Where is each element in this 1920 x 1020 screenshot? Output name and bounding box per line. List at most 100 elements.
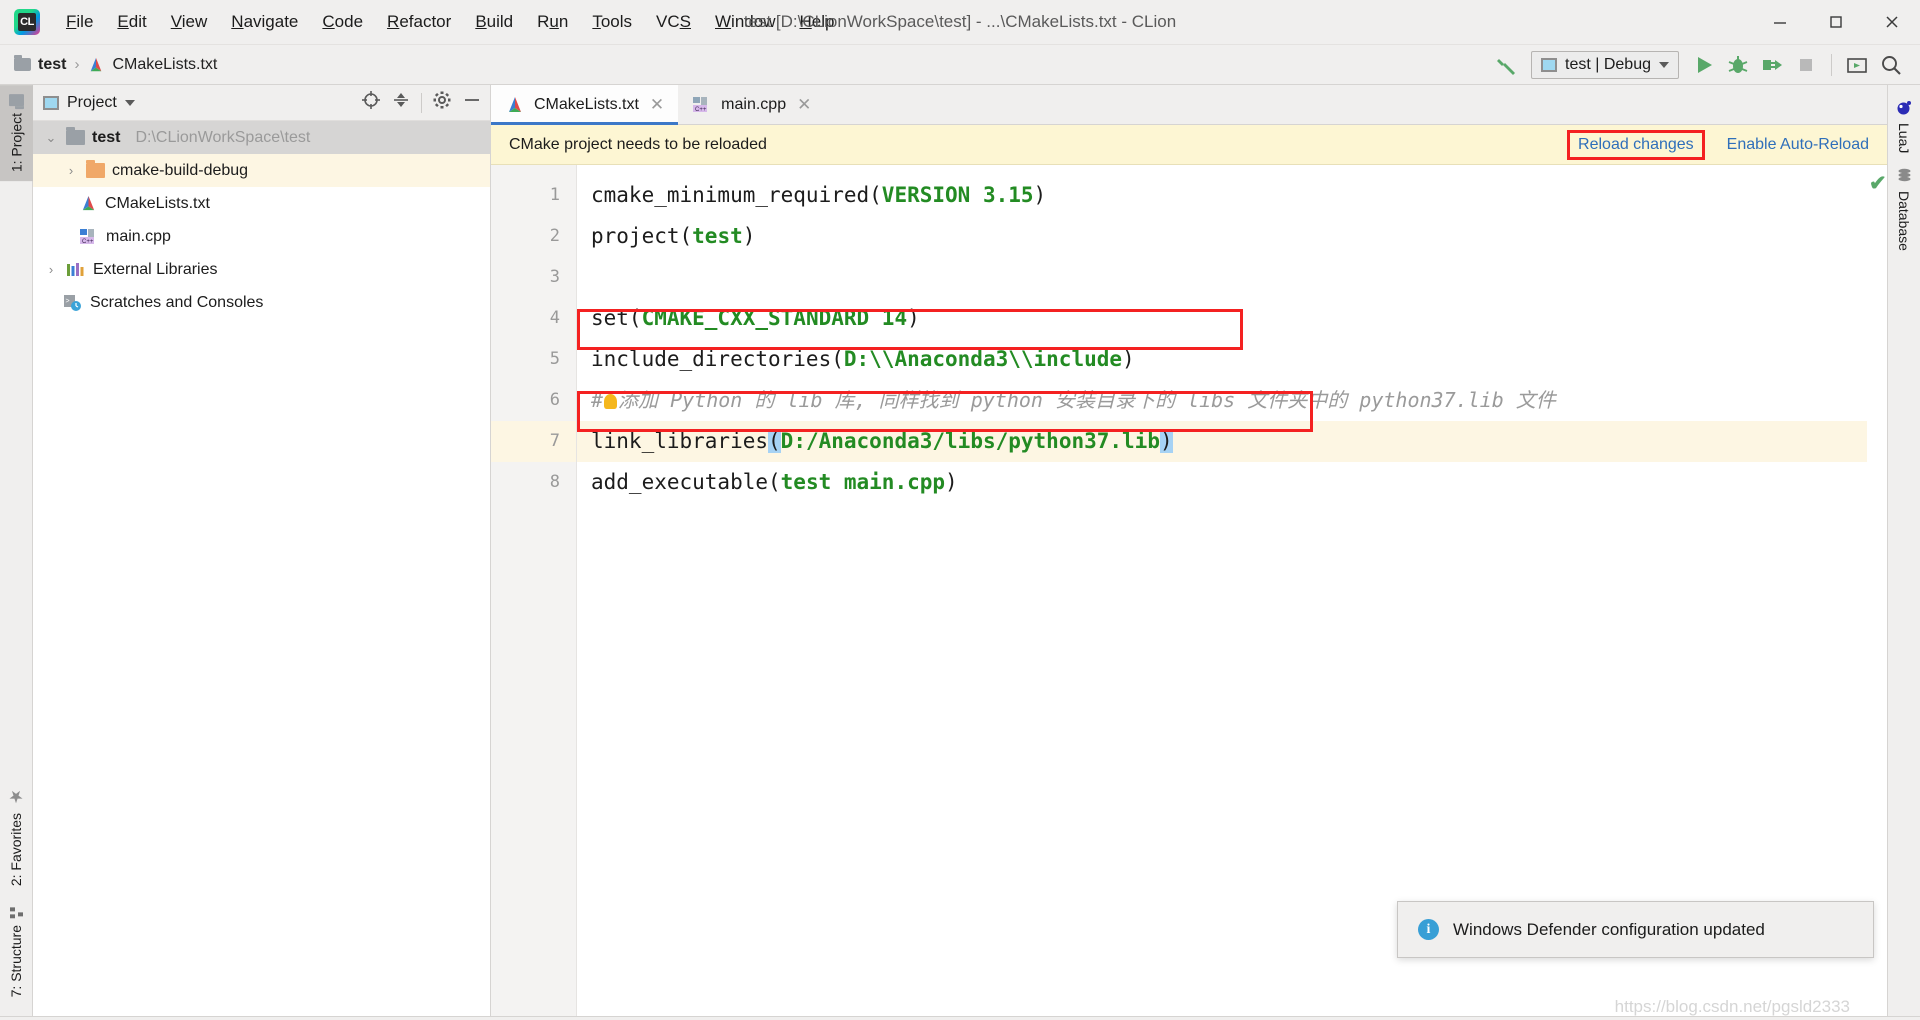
svg-text:C++: C++ <box>82 239 94 245</box>
gear-icon[interactable] <box>432 90 452 115</box>
tab-main-cpp[interactable]: C++ main.cpp ✕ <box>678 85 825 124</box>
code-line-5: include_directories(D:\\Anaconda3\\inclu… <box>591 347 1135 371</box>
menu-item-vcs[interactable]: VCS <box>644 8 703 36</box>
tab-label: main.cpp <box>721 95 787 113</box>
minus-icon[interactable] <box>462 90 482 115</box>
reload-changes-link[interactable]: Reload changes <box>1567 129 1705 160</box>
line-number: 5 <box>549 349 560 369</box>
tree-node-label: CMakeLists.txt <box>105 194 210 212</box>
debug-button[interactable] <box>1723 50 1753 80</box>
editor-area: CMakeLists.txt ✕ C++ main.cpp ✕ CMake pr… <box>491 85 1887 1016</box>
notification-message: CMake project needs to be reloaded <box>509 135 767 153</box>
code-line-8: add_executable(test main.cpp) <box>591 470 958 494</box>
chevron-down-icon[interactable] <box>124 99 135 106</box>
window-controls <box>1752 0 1920 45</box>
cmake-icon <box>91 57 102 71</box>
terminal-window-icon[interactable] <box>1842 50 1872 80</box>
menu-item-file[interactable]: File <box>54 8 105 36</box>
code-line-4: set(CMAKE_CXX_STANDARD 14) <box>591 306 920 330</box>
line-number: 7 <box>491 421 576 462</box>
notification-actions: Reload changes Enable Auto-Reload <box>1567 129 1869 160</box>
menu-item-window[interactable]: Window <box>703 8 787 36</box>
line-number: 3 <box>549 267 560 287</box>
main-toolbar: test | Debug <box>1491 50 1920 80</box>
breadcrumb-label: CMakeLists.txt <box>112 55 218 73</box>
menu-item-tools[interactable]: Tools <box>580 8 644 36</box>
clion-logo-icon <box>14 9 40 35</box>
project-panel-header: Project <box>33 85 490 121</box>
breadcrumb-item-file[interactable]: CMakeLists.txt <box>87 56 217 74</box>
cpp-file-icon: C++ <box>693 96 708 113</box>
sidebar-item-database[interactable]: Database <box>1896 160 1913 258</box>
chevron-down-icon[interactable]: ⌄ <box>43 130 59 146</box>
sidebar-database-label: Database <box>1896 191 1912 252</box>
menu-item-code[interactable]: Code <box>310 8 375 36</box>
tree-node-external-libraries[interactable]: › External Libraries <box>33 253 490 286</box>
close-icon[interactable]: ✕ <box>650 95 664 115</box>
attach-icon[interactable] <box>1757 50 1787 80</box>
menu-item-run[interactable]: Run <box>525 8 580 36</box>
structure-icon <box>10 906 24 918</box>
title-bar: File Edit View Navigate Code Refactor Bu… <box>0 0 1920 45</box>
tree-node-path: D:\CLionWorkSpace\test <box>135 128 311 146</box>
tool-window-bar: Terminal CMake 6: TODO 1 Event Log <box>0 1016 1920 1020</box>
run-config-label: test | Debug <box>1565 55 1651 73</box>
cmake-reload-notification: CMake project needs to be reloaded Reloa… <box>491 125 1887 165</box>
menu-item-build[interactable]: Build <box>463 8 525 36</box>
cmake-icon <box>82 195 95 211</box>
tree-node-test[interactable]: ⌄ test D:\CLionWorkSpace\test <box>33 121 490 154</box>
tree-node-label: External Libraries <box>93 260 218 278</box>
luaj-icon <box>1897 101 1911 115</box>
stop-button <box>1791 50 1821 80</box>
code-text[interactable]: cmake_minimum_required(VERSION 3.15) pro… <box>577 165 1867 1016</box>
chevron-right-icon[interactable]: › <box>63 163 79 178</box>
intention-bulb-icon[interactable] <box>604 394 618 409</box>
sidebar-favorites-label: 2: Favorites <box>8 813 24 887</box>
editor-marker-bar[interactable]: ✔ <box>1867 165 1887 1016</box>
tab-cmakelists[interactable]: CMakeLists.txt ✕ <box>491 85 679 125</box>
target-icon[interactable] <box>361 90 381 115</box>
run-configuration-selector[interactable]: test | Debug <box>1531 50 1679 79</box>
close-icon[interactable] <box>1864 0 1920 45</box>
folder-icon <box>66 127 85 145</box>
menu-item-edit[interactable]: Edit <box>105 8 158 36</box>
sidebar-item-luaj[interactable]: LuaJ <box>1896 93 1912 160</box>
close-icon[interactable]: ✕ <box>797 95 811 115</box>
sidebar-item-structure[interactable]: 7: Structure <box>8 896 24 1006</box>
cmake-icon <box>509 96 521 112</box>
maximize-icon[interactable] <box>1808 0 1864 45</box>
notification-popup[interactable]: i Windows Defender configuration updated <box>1397 901 1874 958</box>
project-tool-window: Project ⌄ test D:\CLionWorkSpace\test › … <box>33 85 491 1016</box>
collapse-all-icon[interactable] <box>391 90 411 115</box>
menu-item-navigate[interactable]: Navigate <box>219 8 310 36</box>
line-number: 1 <box>549 185 560 205</box>
enable-auto-reload-link[interactable]: Enable Auto-Reload <box>1727 136 1869 154</box>
code-editor[interactable]: 1 2 3 4 5 6 7 8 cmake_minimum_required(V… <box>491 165 1887 1016</box>
run-button[interactable] <box>1689 50 1719 80</box>
info-icon: i <box>1418 919 1439 940</box>
tree-node-label: Scratches and Consoles <box>90 293 264 311</box>
search-icon[interactable] <box>1876 50 1906 80</box>
svg-text:C++: C++ <box>695 107 707 113</box>
line-number: 8 <box>549 472 560 492</box>
tab-label: CMakeLists.txt <box>534 95 639 113</box>
chevron-right-icon[interactable]: › <box>43 262 59 277</box>
tree-node-cmake-build-debug[interactable]: › cmake-build-debug <box>33 154 490 187</box>
tree-node-cmakelists[interactable]: CMakeLists.txt <box>33 187 490 220</box>
sidebar-item-favorites[interactable]: 2: Favorites ★ <box>6 777 26 895</box>
hammer-icon[interactable] <box>1491 50 1521 80</box>
sidebar-structure-label: 7: Structure <box>8 924 24 997</box>
scratches-icon: > <box>64 294 81 311</box>
tree-node-main-cpp[interactable]: C++ main.cpp <box>33 220 490 253</box>
tree-node-label: test <box>92 128 121 146</box>
sidebar-item-project[interactable]: 1: Project <box>0 85 33 182</box>
breadcrumb-item-project[interactable]: test <box>14 55 66 74</box>
tree-node-scratches[interactable]: > Scratches and Consoles <box>33 286 490 319</box>
menu-item-help[interactable]: Help <box>787 8 846 36</box>
navigation-bar: test › CMakeLists.txt test | Debug <box>0 45 1920 85</box>
menu-item-view[interactable]: View <box>159 8 220 36</box>
menu-item-refactor[interactable]: Refactor <box>375 8 463 36</box>
sidebar-luaj-label: LuaJ <box>1896 123 1912 154</box>
minimize-icon[interactable] <box>1752 0 1808 45</box>
